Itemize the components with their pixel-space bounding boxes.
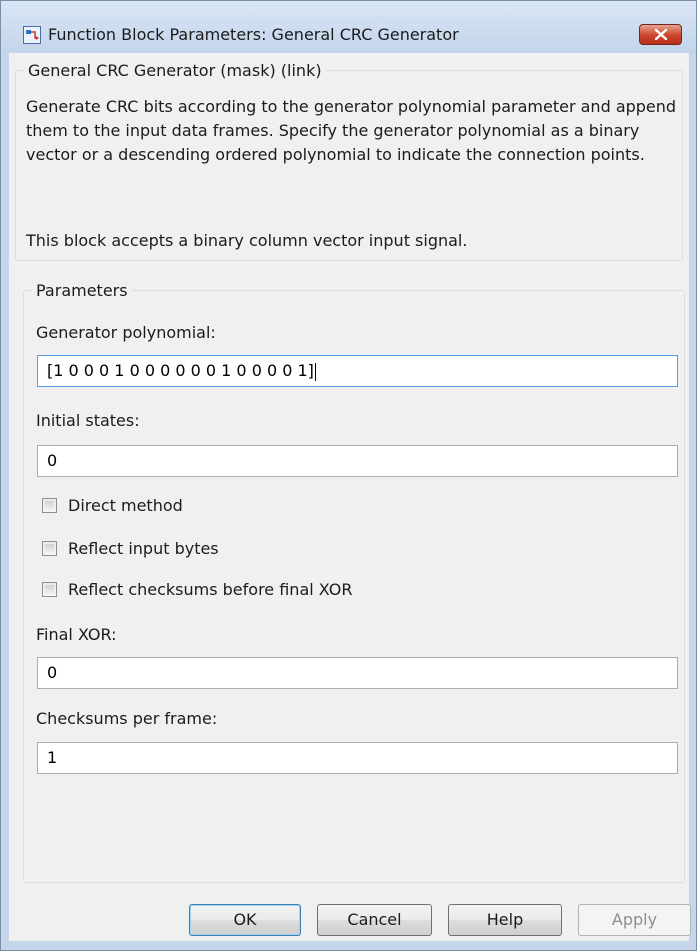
simulink-block-icon — [23, 26, 41, 44]
help-button[interactable]: Help — [448, 904, 562, 936]
direct-method-label: Direct method — [68, 496, 183, 515]
final-xor-label: Final XOR: — [36, 625, 117, 644]
generator-polynomial-label: Generator polynomial: — [36, 323, 216, 342]
mask-note: This block accepts a binary column vecto… — [26, 231, 468, 250]
reflect-checksums-label: Reflect checksums before final XOR — [68, 580, 353, 599]
generator-polynomial-value: [1 0 0 0 1 0 0 0 0 0 0 1 0 0 0 0 1] — [47, 361, 314, 380]
direct-method-checkbox[interactable] — [42, 498, 57, 513]
initial-states-input[interactable]: 0 — [37, 445, 678, 477]
close-icon — [654, 28, 668, 41]
ok-button[interactable]: OK — [189, 904, 301, 936]
dialog-window: Function Block Parameters: General CRC G… — [0, 0, 697, 951]
initial-states-label: Initial states: — [36, 411, 140, 430]
close-button[interactable] — [639, 24, 682, 45]
checksums-per-frame-label: Checksums per frame: — [36, 709, 218, 728]
text-caret — [314, 362, 316, 381]
title-bar[interactable]: Function Block Parameters: General CRC G… — [1, 1, 696, 53]
reflect-checksums-checkbox[interactable] — [42, 582, 57, 597]
checksums-per-frame-input[interactable]: 1 — [37, 742, 678, 774]
initial-states-value: 0 — [47, 451, 58, 470]
window-title: Function Block Parameters: General CRC G… — [48, 25, 459, 44]
reflect-input-bytes-checkbox[interactable] — [42, 541, 57, 556]
parameters-legend: Parameters — [36, 281, 128, 300]
mask-group-legend: General CRC Generator (mask) (link) — [28, 61, 322, 80]
cancel-button[interactable]: Cancel — [317, 904, 432, 936]
apply-button[interactable]: Apply — [578, 904, 691, 936]
reflect-input-bytes-label: Reflect input bytes — [68, 539, 219, 558]
checksums-per-frame-value: 1 — [47, 748, 58, 767]
final-xor-value: 0 — [47, 663, 58, 682]
generator-polynomial-input[interactable]: [1 0 0 0 1 0 0 0 0 0 0 1 0 0 0 0 1] — [37, 355, 678, 387]
final-xor-input[interactable]: 0 — [37, 657, 678, 689]
mask-description: Generate CRC bits according to the gener… — [26, 97, 677, 164]
